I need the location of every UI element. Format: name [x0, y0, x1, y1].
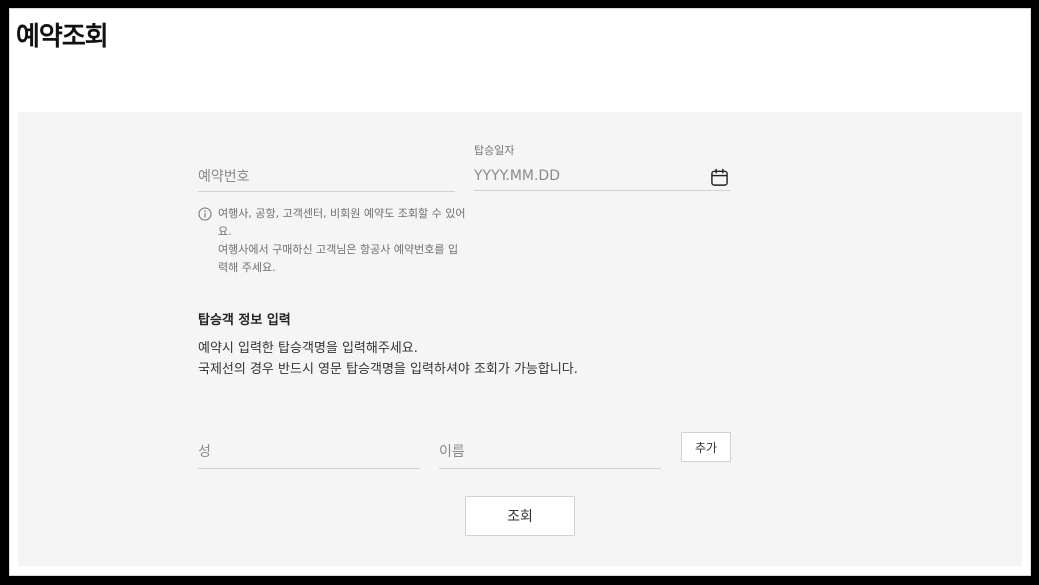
- add-passenger-button[interactable]: 추가: [681, 432, 731, 462]
- reservation-panel: 탑승일자 여행사, 공항, 고객센터, 비회원 예약도 조회할 수 있어요. 여…: [18, 112, 1022, 566]
- help-line: 여행사에서 구매하신 고객님은 항공사 예약번호를 입력해 주세요.: [218, 243, 459, 274]
- help-line: 여행사, 공항, 고객센터, 비회원 예약도 조회할 수 있어요.: [218, 207, 466, 238]
- reservation-help-text: 여행사, 공항, 고객센터, 비회원 예약도 조회할 수 있어요. 여행사에서 …: [198, 205, 468, 277]
- boarding-date-label: 탑승일자: [474, 144, 515, 157]
- desc-line: 예약시 입력한 탑승객명을 입력해주세요.: [198, 341, 418, 356]
- reservation-number-input[interactable]: [198, 162, 455, 192]
- last-name-input[interactable]: [198, 436, 420, 469]
- passenger-section-title: 탑승객 정보 입력: [198, 313, 291, 328]
- boarding-date-input[interactable]: [474, 161, 731, 191]
- first-name-field: [439, 436, 661, 469]
- first-name-input[interactable]: [439, 436, 661, 469]
- page-title: 예약조회: [16, 22, 109, 52]
- boarding-date-field: 탑승일자: [474, 142, 731, 192]
- search-button[interactable]: 조회: [465, 496, 575, 536]
- desc-line: 국제선의 경우 반드시 영문 탑승객명을 입력하셔야 조회가 가능합니다.: [198, 362, 578, 377]
- passenger-section-desc: 예약시 입력한 탑승객명을 입력해주세요. 국제선의 경우 반드시 영문 탑승객…: [198, 338, 578, 380]
- last-name-field: [198, 436, 420, 469]
- reservation-number-field: [198, 162, 455, 194]
- calendar-icon[interactable]: [710, 168, 729, 187]
- browser-window: 예약조회 탑승일자 여행사, 공항, 고객센터, 비회원 예약도 조회할: [9, 8, 1031, 576]
- info-icon: [198, 207, 212, 221]
